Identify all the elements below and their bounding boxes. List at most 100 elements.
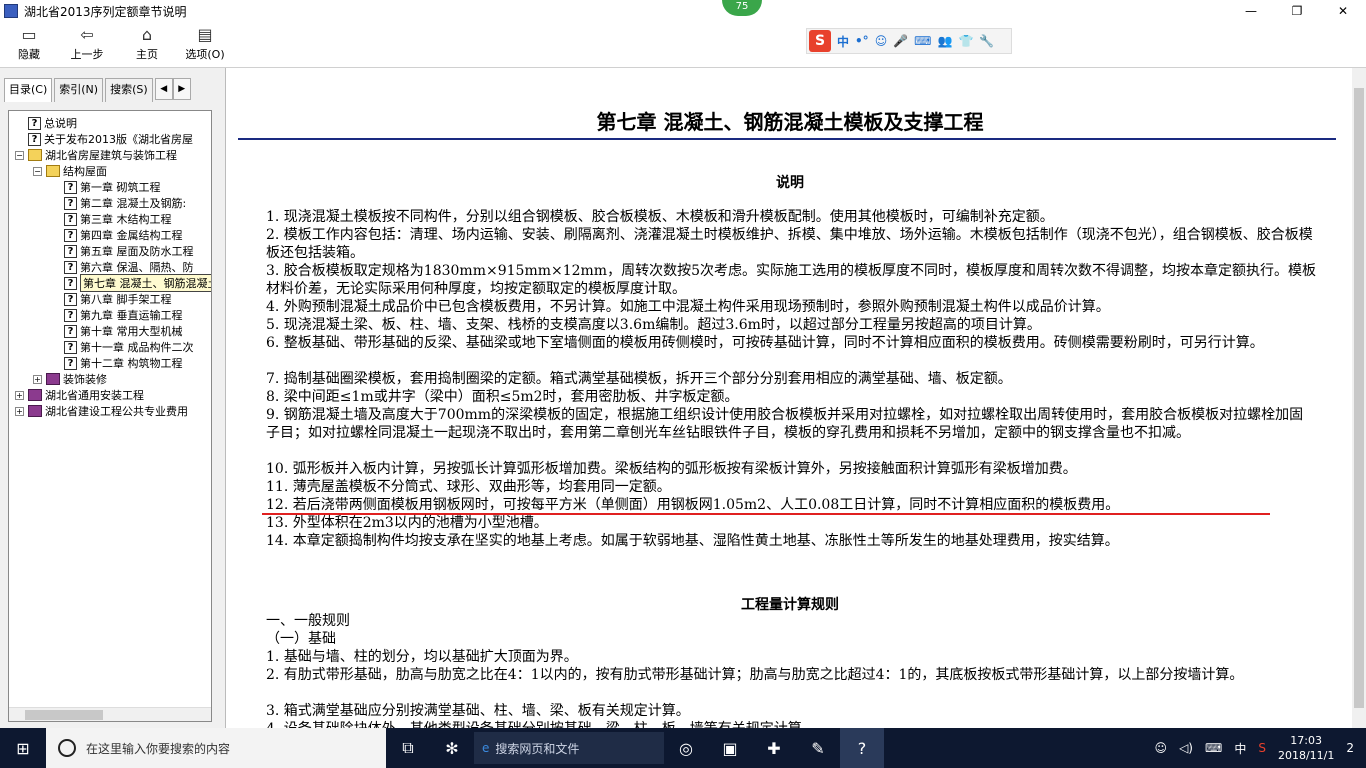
edge-icon: e bbox=[482, 741, 490, 755]
tree-item[interactable]: + 装饰装修 bbox=[33, 371, 107, 387]
tree-item[interactable]: ? 第十章 常用大型机械 bbox=[51, 323, 183, 339]
help-app-icon[interactable]: ? bbox=[840, 728, 884, 768]
vscroll-thumb[interactable] bbox=[1354, 88, 1364, 708]
people-icon[interactable]: ☺ bbox=[1155, 741, 1168, 755]
tree-item[interactable]: − 结构屋面 bbox=[33, 163, 107, 179]
tab-index[interactable]: 索引(N) bbox=[54, 78, 104, 102]
tree-item[interactable]: ? 第六章 保温、隔热、防 bbox=[51, 259, 194, 275]
title-divider bbox=[238, 138, 1336, 140]
tab-contents[interactable]: 目录(C) bbox=[4, 78, 53, 102]
hide-button[interactable]: ▭ 隐藏 bbox=[2, 24, 56, 66]
tools-icon[interactable]: 🔧 bbox=[979, 34, 994, 48]
tree-item[interactable]: ? 第八章 脚手架工程 bbox=[51, 291, 172, 307]
language-indicator[interactable]: 中 bbox=[1234, 740, 1246, 757]
mic-icon[interactable]: 🎤 bbox=[893, 34, 908, 48]
clock-time: 17:03 bbox=[1290, 734, 1322, 747]
pinwheel-icon[interactable]: ✻ bbox=[430, 728, 474, 768]
app-blue-icon[interactable]: ✚ bbox=[752, 728, 796, 768]
clock-date: 2018/11/1 bbox=[1277, 749, 1335, 762]
ime-mode[interactable]: 中 bbox=[837, 33, 849, 50]
tree-item[interactable]: ? 总说明 bbox=[15, 115, 77, 131]
help-topic-icon: ? bbox=[64, 308, 77, 322]
tree-item[interactable]: ? 关于发布2013版《湖北省房屋 bbox=[15, 131, 193, 147]
clock[interactable]: 17:03 2018/11/1 bbox=[1278, 733, 1334, 763]
app-icon bbox=[4, 4, 18, 18]
tab-next-button[interactable]: ▶ bbox=[172, 78, 191, 100]
volume-icon[interactable]: ◁) bbox=[1179, 741, 1193, 755]
tree-item[interactable]: ?第七章 混凝土、钢筋混凝土模板及支撑工程 bbox=[51, 274, 211, 292]
scroll-thumb[interactable] bbox=[25, 710, 103, 720]
maximize-button[interactable]: ❐ bbox=[1274, 0, 1320, 22]
tree-item-label: 第二章 混凝土及钢筋: bbox=[80, 197, 187, 210]
edge-search-text: 搜索网页和文件 bbox=[495, 741, 580, 756]
tree-item[interactable]: ? 第三章 木结构工程 bbox=[51, 211, 172, 227]
task-view-icon[interactable]: ⧉ bbox=[386, 728, 430, 768]
tab-search[interactable]: 搜索(S) bbox=[105, 78, 153, 102]
rule-line-1: 一、一般规则 bbox=[266, 613, 350, 629]
tree-item[interactable]: ? 第十一章 成品构件二次 bbox=[51, 339, 194, 355]
help-topic-icon: ? bbox=[28, 116, 41, 130]
tree-item[interactable]: ? 第十二章 构筑物工程 bbox=[51, 355, 183, 371]
user-icon[interactable]: 👥 bbox=[937, 34, 952, 48]
notes-app-icon[interactable]: ✎ bbox=[796, 728, 840, 768]
minimize-button[interactable]: — bbox=[1228, 0, 1274, 22]
tree-item[interactable]: + 湖北省建设工程公共专业费用 bbox=[15, 403, 188, 419]
horizontal-scrollbar[interactable] bbox=[9, 707, 211, 721]
home-icon: ⌂ bbox=[141, 24, 153, 44]
vertical-scrollbar[interactable] bbox=[1352, 68, 1366, 728]
expand-icon[interactable]: + bbox=[15, 406, 24, 416]
taskbar-search[interactable]: 在这里输入你要搜索的内容 bbox=[46, 728, 386, 768]
contents-tree[interactable]: ? 总说明? 关于发布2013版《湖北省房屋 − 湖北省房屋建筑与装饰工程 − 结构屋面? 第… bbox=[8, 110, 212, 722]
search-placeholder: 在这里输入你要搜索的内容 bbox=[86, 741, 231, 756]
options-icon: ▤ bbox=[197, 24, 213, 44]
tree-item[interactable]: ? 第二章 混凝土及钢筋: bbox=[51, 195, 186, 211]
notification-count[interactable]: 2 bbox=[1346, 741, 1354, 755]
tab-prev-button[interactable]: ◀ bbox=[154, 78, 173, 100]
doc-item-11: 11. 薄壳屋盖模板不分筒式、球形、双曲形等，均套用同一定额。 bbox=[266, 479, 671, 495]
open-book-icon bbox=[46, 165, 60, 177]
collapse-icon[interactable]: − bbox=[33, 166, 42, 176]
tree-item-label: 总说明 bbox=[44, 117, 77, 130]
home-label: 主页 bbox=[136, 48, 158, 61]
tree-item-label: 第七章 混凝土、钢筋混凝土模板及支撑工程 bbox=[80, 274, 211, 292]
expand-icon[interactable]: + bbox=[33, 374, 42, 384]
options-button[interactable]: ▤ 选项(O) bbox=[178, 24, 232, 66]
doc-item-10: 10. 弧形板并入板内计算，另按弧长计算弧形板增加费。梁板结构的弧形板按有梁板计… bbox=[266, 461, 1077, 477]
tree-item[interactable]: ? 第九章 垂直运输工程 bbox=[51, 307, 183, 323]
windows-start-icon[interactable]: ⊞ bbox=[0, 728, 46, 768]
ime-toolbar[interactable]: S 中 •° ☺ 🎤 ⌨ 👥 👕 🔧 bbox=[806, 28, 1012, 54]
rule-line-6: 4. 设备基础除块体外，其他类型设备基础分别按基础、梁、柱、板、墙等有关规定计算… bbox=[266, 720, 1316, 728]
tree-item[interactable]: ? 第五章 屋面及防水工程 bbox=[51, 243, 194, 259]
tree-item-label: 湖北省房屋建筑与装饰工程 bbox=[45, 149, 177, 162]
book-icon bbox=[46, 373, 60, 385]
keyboard-icon[interactable]: ⌨ bbox=[914, 34, 931, 48]
tree-item[interactable]: ? 第四章 金属结构工程 bbox=[51, 227, 183, 243]
sogou-logo-icon[interactable]: S bbox=[809, 30, 831, 52]
tree-item-label: 第六章 保温、隔热、防 bbox=[80, 261, 194, 274]
skin-icon[interactable]: 👕 bbox=[958, 34, 973, 48]
expand-icon[interactable]: + bbox=[15, 390, 24, 400]
tree-item-label: 湖北省通用安装工程 bbox=[45, 389, 144, 402]
chrome-icon[interactable]: ◎ bbox=[664, 728, 708, 768]
section-heading: 说明 bbox=[776, 175, 804, 191]
edge-search-box[interactable]: e 搜索网页和文件 bbox=[474, 732, 664, 764]
tree-item-label: 第十一章 成品构件二次 bbox=[80, 341, 194, 354]
tree-item-label: 第三章 木结构工程 bbox=[80, 213, 172, 226]
book-icon bbox=[28, 405, 42, 417]
sogou-tray-icon[interactable]: S bbox=[1258, 741, 1266, 755]
navigation-pane: 目录(C) 索引(N) 搜索(S) ◀ ▶ ? 总说明? 关于发布2013版《湖北省… bbox=[0, 68, 226, 728]
collapse-icon[interactable]: − bbox=[15, 150, 24, 160]
back-button[interactable]: ⇦ 上一步 bbox=[60, 24, 114, 66]
close-button[interactable]: ✕ bbox=[1320, 0, 1366, 22]
help-topic-icon: ? bbox=[64, 180, 77, 194]
tree-item[interactable]: + 湖北省通用安装工程 bbox=[15, 387, 144, 403]
tree-item[interactable]: ? 第一章 砌筑工程 bbox=[51, 179, 161, 195]
title-bar: 湖北省2013序列定额章节说明 — ❐ ✕ bbox=[0, 0, 1366, 22]
cortana-icon[interactable] bbox=[58, 739, 76, 757]
punct-icon[interactable]: •° bbox=[855, 34, 869, 48]
pdf-app-icon[interactable]: ▣ bbox=[708, 728, 752, 768]
home-button[interactable]: ⌂ 主页 bbox=[120, 24, 174, 66]
keyboard-tray-icon[interactable]: ⌨ bbox=[1205, 741, 1222, 755]
tree-item[interactable]: − 湖北省房屋建筑与装饰工程 bbox=[15, 147, 177, 163]
emoji-icon[interactable]: ☺ bbox=[875, 34, 888, 48]
